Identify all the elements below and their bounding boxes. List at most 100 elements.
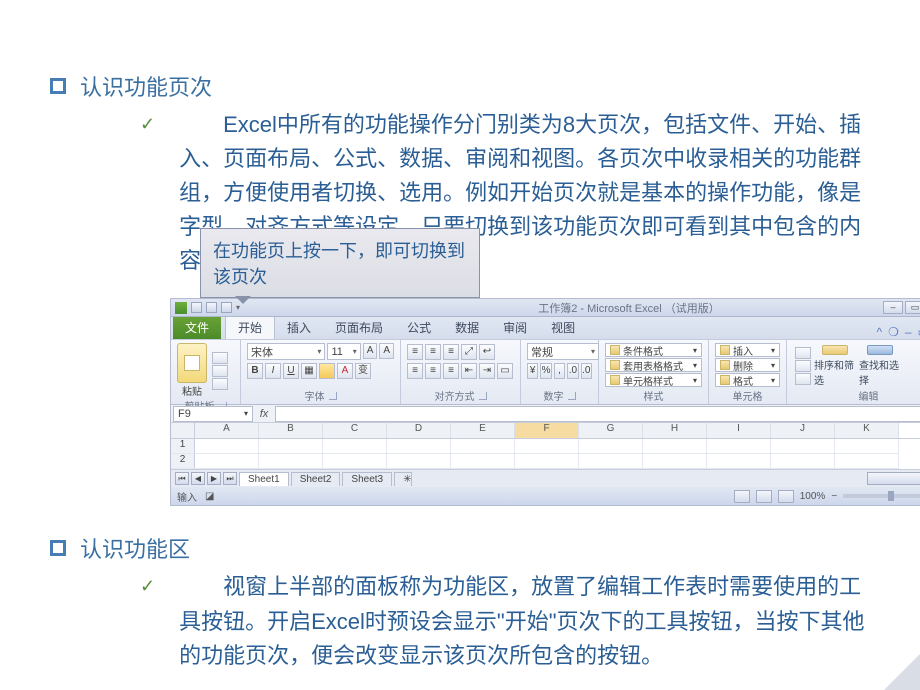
sheet-nav-first[interactable]: ⏮ (175, 472, 189, 485)
fill-icon[interactable] (795, 360, 811, 372)
cell[interactable] (195, 439, 259, 454)
cell[interactable] (835, 439, 899, 454)
redo-icon[interactable] (221, 302, 232, 313)
cell[interactable] (771, 454, 835, 469)
undo-icon[interactable] (206, 302, 217, 313)
col-F[interactable]: F (515, 423, 579, 438)
tab-view[interactable]: 视图 (539, 317, 587, 339)
row-header-1[interactable]: 1 (171, 439, 195, 454)
macro-record-icon[interactable]: ◪ (205, 491, 214, 502)
h-scrollbar[interactable] (867, 472, 920, 485)
find-select-button[interactable]: 查找和选择 (859, 345, 901, 387)
cell[interactable] (579, 454, 643, 469)
fill-color-button[interactable] (319, 363, 335, 379)
decrease-decimal-icon[interactable]: .0 (581, 363, 592, 379)
border-button[interactable]: ▦ (301, 363, 317, 379)
cell[interactable] (387, 439, 451, 454)
tab-insert[interactable]: 插入 (275, 317, 323, 339)
increase-indent-icon[interactable]: ⇥ (479, 363, 495, 379)
tab-page-layout[interactable]: 页面布局 (323, 317, 395, 339)
col-H[interactable]: H (643, 423, 707, 438)
tab-review[interactable]: 审阅 (491, 317, 539, 339)
col-A[interactable]: A (195, 423, 259, 438)
comma-icon[interactable]: , (554, 363, 565, 379)
percent-icon[interactable]: % (540, 363, 551, 379)
tab-data[interactable]: 数据 (443, 317, 491, 339)
conditional-format-button[interactable]: 条件格式▾ (605, 343, 702, 357)
sheet-nav-next[interactable]: ▶ (207, 472, 221, 485)
number-format-combo[interactable]: 常规▾ (527, 343, 599, 360)
table-format-button[interactable]: 套用表格格式▾ (605, 358, 702, 372)
currency-icon[interactable]: ¥ (527, 363, 538, 379)
col-C[interactable]: C (323, 423, 387, 438)
cell[interactable] (643, 454, 707, 469)
cell[interactable] (515, 454, 579, 469)
wrap-text-icon[interactable]: ↩ (479, 344, 495, 360)
row-header-2[interactable]: 2 (171, 454, 195, 469)
view-page-layout-icon[interactable] (756, 490, 772, 503)
merge-cells-icon[interactable]: ▭ (497, 363, 513, 379)
worksheet-grid[interactable]: A B C D E F G H I J K 1 2 (171, 423, 920, 469)
clear-icon[interactable] (795, 373, 811, 385)
cell[interactable] (579, 439, 643, 454)
minimize-button[interactable]: – (883, 301, 903, 314)
autosum-icon[interactable] (795, 347, 811, 359)
delete-cells-button[interactable]: 删除▾ (715, 358, 780, 372)
new-sheet-button[interactable]: ✳ (394, 472, 412, 486)
maximize-button[interactable]: ▭ (905, 301, 920, 314)
decrease-font-icon[interactable]: A (379, 343, 394, 359)
name-box[interactable]: F9▾ (173, 406, 253, 422)
format-painter-icon[interactable] (212, 378, 228, 390)
increase-decimal-icon[interactable]: .0 (567, 363, 578, 379)
fx-icon[interactable]: fx (255, 408, 273, 420)
italic-button[interactable]: I (265, 363, 281, 379)
col-J[interactable]: J (771, 423, 835, 438)
cell[interactable] (323, 439, 387, 454)
font-size-combo[interactable]: 11▾ (327, 343, 360, 360)
cell-style-button[interactable]: 单元格样式▾ (605, 373, 702, 387)
sheet-tab-1[interactable]: Sheet1 (239, 472, 289, 486)
cell[interactable] (771, 439, 835, 454)
align-top-icon[interactable]: ≡ (407, 344, 423, 360)
font-name-combo[interactable]: 宋体▾ (247, 343, 325, 360)
view-page-break-icon[interactable] (778, 490, 794, 503)
align-right-icon[interactable]: ≡ (443, 363, 459, 379)
align-left-icon[interactable]: ≡ (407, 363, 423, 379)
save-icon[interactable] (191, 302, 202, 313)
copy-icon[interactable] (212, 365, 228, 377)
font-color-button[interactable]: A (337, 363, 353, 379)
phonetic-button[interactable]: 变 (355, 363, 371, 379)
sheet-nav-prev[interactable]: ◀ (191, 472, 205, 485)
bold-button[interactable]: B (247, 363, 263, 379)
zoom-slider[interactable] (843, 494, 920, 498)
align-center-icon[interactable]: ≡ (425, 363, 441, 379)
cell[interactable] (451, 439, 515, 454)
cell[interactable] (643, 439, 707, 454)
zoom-out-button[interactable]: − (831, 491, 837, 502)
minimize-ribbon-icon[interactable]: ^ (877, 325, 883, 339)
decrease-indent-icon[interactable]: ⇤ (461, 363, 477, 379)
cell[interactable] (259, 454, 323, 469)
select-all-corner[interactable] (171, 423, 195, 438)
file-tab[interactable]: 文件 (173, 317, 221, 339)
sort-filter-button[interactable]: 排序和筛选 (814, 345, 856, 387)
cell[interactable] (387, 454, 451, 469)
dialog-launcher-icon[interactable] (568, 392, 576, 400)
increase-font-icon[interactable]: A (363, 343, 378, 359)
view-normal-icon[interactable] (734, 490, 750, 503)
orientation-icon[interactable]: ⤢ (461, 344, 477, 360)
cell[interactable] (323, 454, 387, 469)
cell[interactable] (195, 454, 259, 469)
cell[interactable] (707, 439, 771, 454)
col-D[interactable]: D (387, 423, 451, 438)
sheet-tab-3[interactable]: Sheet3 (342, 472, 392, 486)
dialog-launcher-icon[interactable] (479, 392, 487, 400)
cell[interactable] (451, 454, 515, 469)
doc-minimize-icon[interactable]: – (905, 325, 912, 339)
sheet-tab-2[interactable]: Sheet2 (291, 472, 341, 486)
insert-cells-button[interactable]: 插入▾ (715, 343, 780, 357)
tab-formulas[interactable]: 公式 (395, 317, 443, 339)
cell[interactable] (515, 439, 579, 454)
help-icon[interactable]: ❍ (888, 325, 899, 339)
cell[interactable] (835, 454, 899, 469)
